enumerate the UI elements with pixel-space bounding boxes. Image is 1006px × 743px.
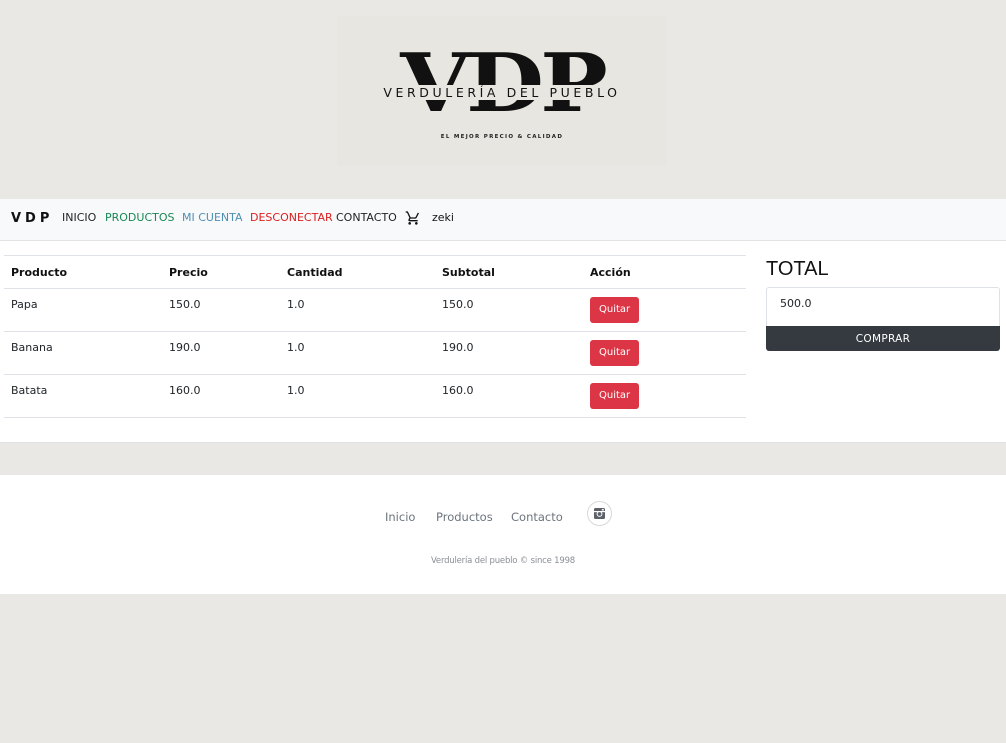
cell-cantidad: 1.0 <box>280 331 435 375</box>
cell-precio: 150.0 <box>162 288 280 332</box>
logo-monogram: VDP <box>400 35 608 131</box>
instagram-icon-svg <box>594 508 605 519</box>
table-row: Papa 150.0 1.0 150.0 Quitar <box>4 288 746 332</box>
cell-precio: 190.0 <box>162 331 280 375</box>
cart-icon[interactable] <box>405 210 421 226</box>
total-panel: TOTAL 500.0 COMPRAR <box>766 258 1000 351</box>
nav-item-desconectar[interactable]: DESCONECTAR <box>250 211 333 225</box>
logo-tagline: EL MEJOR PRECIO & CALIDAD <box>440 134 564 140</box>
cell-accion: Quitar <box>583 374 746 418</box>
cell-accion: Quitar <box>583 288 746 332</box>
user-name[interactable]: zeki <box>432 211 454 224</box>
navbar-brand[interactable]: VDP <box>11 211 53 226</box>
cell-producto: Papa <box>4 288 162 332</box>
column-header-accion: Acción <box>583 255 746 289</box>
total-title: TOTAL <box>766 258 829 280</box>
column-header-precio: Precio <box>162 255 280 289</box>
column-header-producto: Producto <box>4 255 162 289</box>
logo: VDP VERDULERÍA DEL PUEBLO EL MEJOR PRECI… <box>337 16 667 166</box>
cell-cantidad: 1.0 <box>280 374 435 418</box>
footer: Inicio Productos Contacto Verdulería del… <box>0 475 1006 594</box>
cell-producto: Banana <box>4 331 162 375</box>
cell-subtotal: 150.0 <box>435 288 583 332</box>
total-value: 500.0 <box>766 287 1000 326</box>
logo-name: VERDULERÍA DEL PUEBLO <box>337 85 667 100</box>
cart-icon-svg <box>405 211 419 225</box>
cell-accion: Quitar <box>583 331 746 375</box>
cart-table: Producto Precio Cantidad Subtotal Acción… <box>4 255 746 418</box>
nav-item-productos[interactable]: PRODUCTOS <box>105 211 175 225</box>
cell-subtotal: 190.0 <box>435 331 583 375</box>
table-header-row: Producto Precio Cantidad Subtotal Acción <box>4 255 746 289</box>
remove-item-button[interactable]: Quitar <box>590 297 640 323</box>
footer-link-contacto[interactable]: Contacto <box>511 510 563 524</box>
cell-precio: 160.0 <box>162 374 280 418</box>
cell-subtotal: 160.0 <box>435 374 583 418</box>
table-row: Banana 190.0 1.0 190.0 Quitar <box>4 331 746 375</box>
footer-link-inicio[interactable]: Inicio <box>385 510 415 524</box>
page-header: VDP VERDULERÍA DEL PUEBLO EL MEJOR PRECI… <box>0 0 1006 199</box>
nav-item-mi-cuenta[interactable]: MI CUENTA <box>182 211 243 225</box>
nav-item-contacto[interactable]: CONTACTO <box>336 211 397 225</box>
footer-link-productos[interactable]: Productos <box>436 510 493 524</box>
cell-producto: Batata <box>4 374 162 418</box>
cart-section: Producto Precio Cantidad Subtotal Acción… <box>0 241 1006 443</box>
remove-item-button[interactable]: Quitar <box>590 383 640 409</box>
navbar: VDP INICIO PRODUCTOS MI CUENTA DESCONECT… <box>0 199 1006 241</box>
column-header-subtotal: Subtotal <box>435 255 583 289</box>
nav-item-inicio[interactable]: INICIO <box>62 211 96 225</box>
buy-button[interactable]: COMPRAR <box>766 326 1000 351</box>
table-row: Batata 160.0 1.0 160.0 Quitar <box>4 374 746 418</box>
copyright-text: Verdulería del pueblo © since 1998 <box>430 556 576 566</box>
remove-item-button[interactable]: Quitar <box>590 340 640 366</box>
column-header-cantidad: Cantidad <box>280 255 435 289</box>
cell-cantidad: 1.0 <box>280 288 435 332</box>
instagram-icon[interactable] <box>587 501 612 526</box>
